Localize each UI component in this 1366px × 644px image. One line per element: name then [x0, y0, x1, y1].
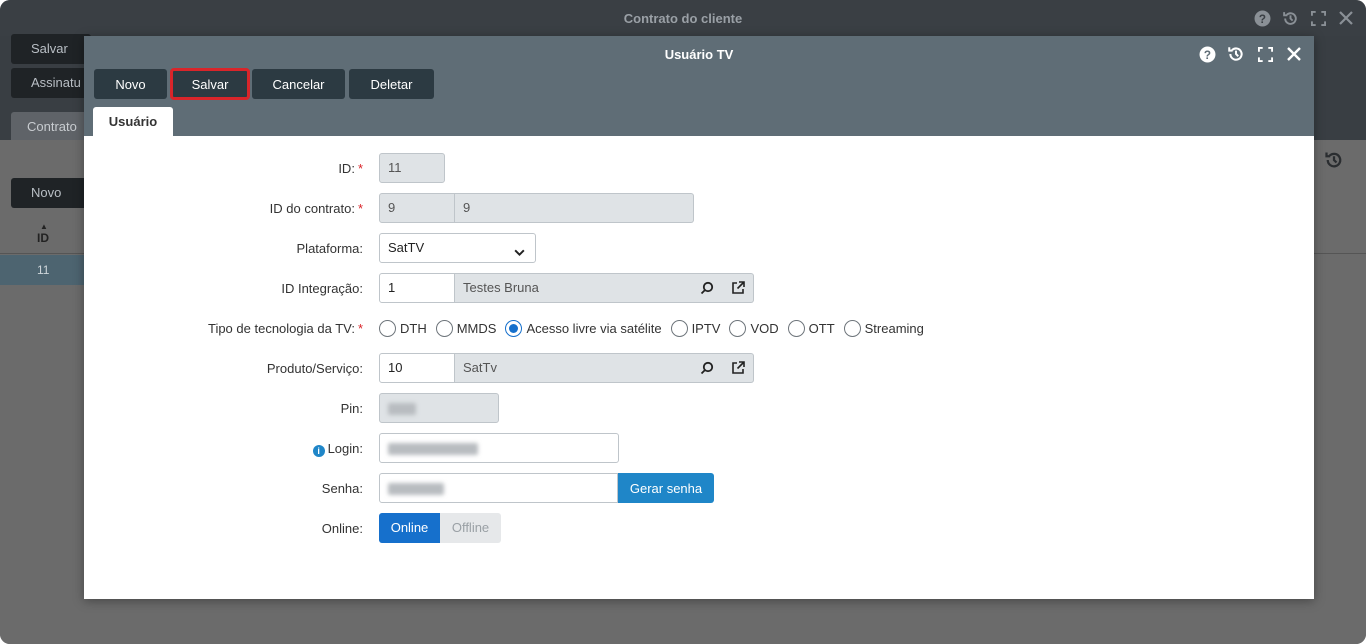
radio-mmds[interactable]: MMDS [435, 319, 496, 337]
product-service-description-text: SatTv [463, 360, 497, 375]
svg-text:?: ? [1203, 48, 1210, 61]
history-icon[interactable] [1280, 8, 1300, 28]
id-field: 11 [379, 153, 445, 183]
integration-description: Testes Bruna [455, 273, 754, 303]
redacted-value [388, 442, 478, 455]
background-new-button[interactable]: Novo [11, 178, 91, 208]
contract-id-description: 9 [455, 193, 694, 223]
radio-streaming[interactable]: Streaming [843, 319, 924, 337]
generate-password-button[interactable]: Gerar senha [618, 473, 714, 503]
background-window-controls: ? [1252, 8, 1356, 28]
sort-up-icon[interactable]: ▲ [40, 222, 48, 231]
login-label: i Login: [312, 441, 363, 457]
product-service-label: Produto/Serviço: [266, 361, 363, 376]
background-save-button[interactable]: Salvar [11, 34, 91, 64]
radio-iptv[interactable]: IPTV [670, 319, 720, 337]
tv-technology-label: Tipo de tecnologia da TV: * [207, 321, 363, 336]
radio-vod[interactable]: VOD [729, 319, 779, 337]
integration-id-label: ID Integração: [281, 281, 363, 296]
info-icon[interactable]: i [312, 445, 325, 457]
help-icon[interactable]: ? [1197, 44, 1217, 64]
maximize-icon[interactable] [1255, 44, 1275, 64]
radio-acesso-livre-satelite[interactable]: Acesso livre via satélite [505, 319, 662, 337]
integration-description-text: Testes Bruna [463, 280, 539, 295]
radio-acesso-livre-circle[interactable] [505, 319, 523, 337]
maximize-icon[interactable] [1308, 8, 1328, 28]
radio-streaming-circle[interactable] [843, 319, 861, 337]
cancel-button[interactable]: Cancelar [252, 69, 345, 99]
delete-button[interactable]: Deletar [349, 69, 434, 99]
redacted-value [388, 402, 416, 415]
external-link-icon[interactable] [730, 360, 746, 376]
pin-label: Pin: [340, 401, 363, 416]
column-header-id[interactable]: ID [37, 231, 49, 245]
radio-ott-circle[interactable] [787, 319, 805, 337]
password-input[interactable] [379, 473, 618, 503]
radio-vod-circle[interactable] [729, 319, 747, 337]
login-input[interactable] [379, 433, 619, 463]
background-history-icon[interactable] [1324, 150, 1344, 173]
radio-ott[interactable]: OTT [787, 319, 835, 337]
contract-id-label: ID do contrato: * [269, 201, 363, 216]
platform-select[interactable]: SatTV [379, 233, 536, 263]
pin-field [379, 393, 499, 423]
id-label: ID: * [338, 161, 363, 176]
radio-mmds-circle[interactable] [435, 319, 453, 337]
new-button[interactable]: Novo [94, 69, 167, 99]
radio-dth[interactable]: DTH [379, 319, 427, 337]
external-link-icon[interactable] [730, 280, 746, 296]
search-icon[interactable] [699, 360, 715, 376]
history-icon[interactable] [1226, 44, 1246, 64]
platform-select-value: SatTV [388, 240, 425, 255]
modal-window-controls: ? [1197, 44, 1304, 64]
radio-iptv-circle[interactable] [670, 319, 688, 337]
background-sign-button[interactable]: Assinatu [11, 68, 91, 98]
modal-title: Usuário TV [664, 47, 734, 62]
close-icon[interactable] [1284, 44, 1304, 64]
contract-id-field[interactable]: 9 [379, 193, 455, 223]
online-toggle-on[interactable]: Online [379, 513, 440, 543]
online-toggle-off[interactable]: Offline [440, 513, 501, 543]
chevron-down-icon [513, 241, 526, 269]
background-window-title: Contrato do cliente [0, 0, 1366, 36]
redacted-value [388, 482, 444, 495]
close-icon[interactable] [1336, 8, 1356, 28]
password-label: Senha: [321, 481, 363, 496]
tab-usuario[interactable]: Usuário [93, 107, 173, 136]
search-icon[interactable] [699, 280, 715, 296]
modal-header: Usuário TV ? Novo Salvar Cancelar Deleta… [84, 36, 1314, 136]
online-label: Online: [321, 521, 363, 536]
product-service-input[interactable]: 10 [379, 353, 455, 383]
user-tv-modal: Usuário TV ? Novo Salvar Cancelar Deleta… [84, 36, 1314, 599]
radio-dth-circle[interactable] [379, 319, 396, 337]
svg-text:?: ? [1258, 12, 1265, 25]
help-icon[interactable]: ? [1252, 8, 1272, 28]
tv-technology-radio-group: DTH MMDS Acesso livre via satélite IPTV … [379, 318, 933, 338]
product-service-description: SatTv [455, 353, 754, 383]
platform-label: Plataforma: [296, 241, 363, 256]
integration-id-input[interactable]: 1 [379, 273, 455, 303]
save-button[interactable]: Salvar [170, 68, 250, 100]
table-row[interactable]: 11 [0, 255, 90, 285]
